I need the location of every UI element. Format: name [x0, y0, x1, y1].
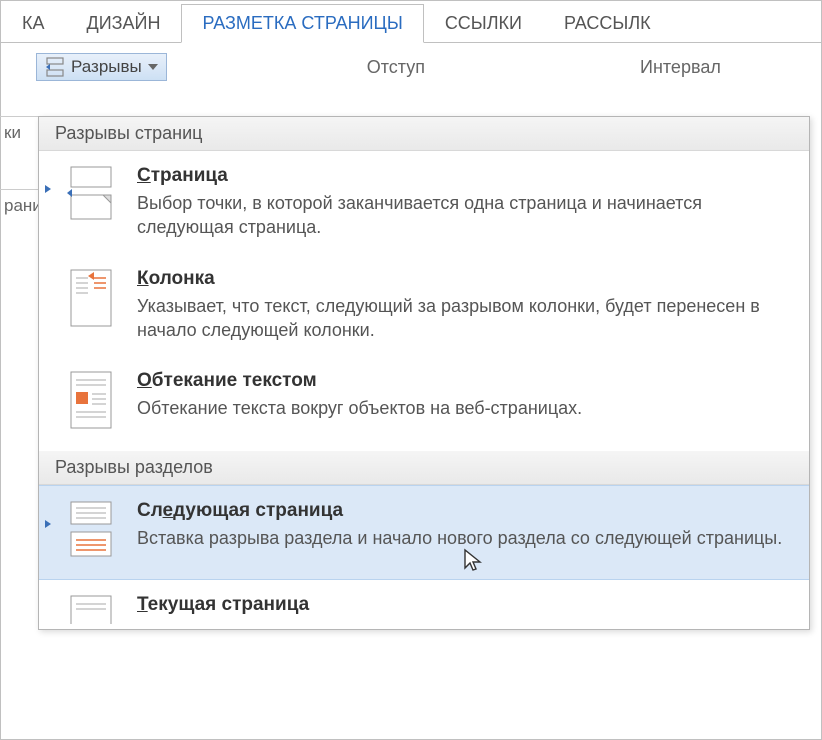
next-page-title: Следующая страница [137, 500, 789, 522]
tab-insert-partial[interactable]: КА [1, 4, 66, 43]
page-desc: Выбор точки, в которой заканчивается одн… [137, 191, 789, 240]
breaks-icon [45, 57, 65, 77]
indent-label: Отступ [367, 57, 425, 78]
tab-mailings-partial[interactable]: РАССЫЛК [543, 4, 672, 43]
next-page-desc: Вставка разрыва раздела и начало нового … [137, 526, 789, 550]
breaks-dropdown: Разрывы страниц Страница Выбор точки, в … [38, 116, 810, 630]
group-section-breaks-header: Разрывы разделов [39, 451, 809, 485]
ribbon-tabs: КА ДИЗАЙН РАЗМЕТКА СТРАНИЦЫ ССЫЛКИ РАССЫ… [1, 1, 821, 43]
column-title: Колонка [137, 268, 789, 290]
tab-references[interactable]: ССЫЛКИ [424, 4, 543, 43]
text-wrapping-icon [65, 370, 117, 437]
group-page-breaks-header: Разрывы страниц [39, 117, 809, 151]
cursor-icon [463, 548, 483, 574]
breaks-label: Разрывы [71, 57, 142, 77]
wrap-title: Обтекание текстом [137, 370, 789, 392]
ribbon-row: Разрывы Отступ Интервал [1, 43, 821, 91]
breaks-button[interactable]: Разрывы [36, 53, 167, 81]
menu-item-text-wrapping[interactable]: Обтекание текстом Обтекание текста вокру… [39, 356, 809, 451]
menu-item-page[interactable]: Страница Выбор точки, в которой заканчив… [39, 151, 809, 254]
spacing-label: Интервал [640, 57, 721, 78]
column-desc: Указывает, что текст, следующий за разры… [137, 294, 789, 343]
chevron-down-icon [148, 64, 158, 70]
next-page-icon [65, 500, 117, 565]
continuous-title: Текущая страница [137, 594, 789, 616]
column-break-icon [65, 268, 117, 335]
menu-item-continuous[interactable]: Текущая страница [39, 580, 809, 629]
page-title: Страница [137, 165, 789, 187]
tab-page-layout[interactable]: РАЗМЕТКА СТРАНИЦЫ [181, 4, 423, 43]
page-break-icon [65, 165, 117, 228]
menu-item-next-page[interactable]: Следующая страница Вставка разрыва разде… [39, 485, 809, 580]
menu-item-column[interactable]: Колонка Указывает, что текст, следующий … [39, 254, 809, 357]
continuous-icon [65, 594, 117, 629]
tab-design[interactable]: ДИЗАЙН [66, 4, 182, 43]
wrap-desc: Обтекание текста вокруг объектов на веб-… [137, 396, 789, 420]
